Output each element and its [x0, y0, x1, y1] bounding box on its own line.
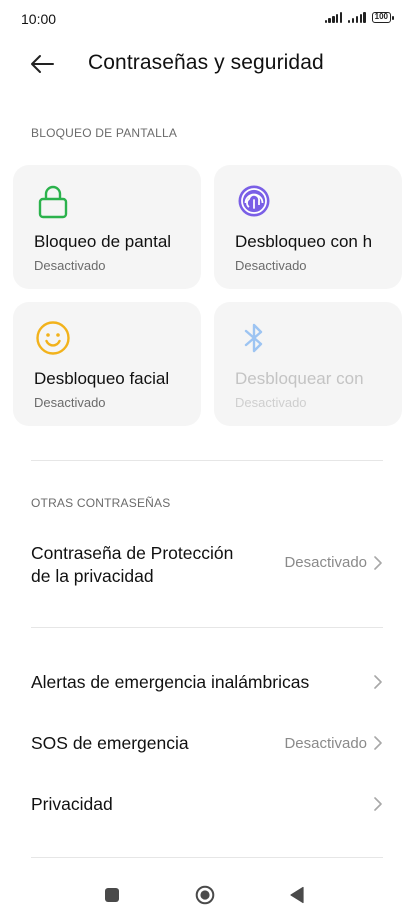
section-label-screen-lock: BLOQUEO DE PANTALLA: [31, 126, 178, 140]
battery-icon: 100: [371, 12, 395, 23]
row-title: SOS de emergencia: [31, 733, 189, 753]
card-status: Desactivado: [235, 258, 307, 273]
card-title: Desbloquear con: [235, 369, 364, 388]
row-title-line2: de la privacidad: [31, 566, 154, 586]
chevron-right-icon: [374, 736, 382, 750]
card-bluetooth-unlock[interactable]: Desbloquear con Desactivado: [214, 302, 402, 426]
home-circle-icon[interactable]: [195, 885, 215, 905]
lock-icon: [38, 185, 68, 219]
divider: [31, 460, 383, 461]
signal-icon: [324, 12, 343, 23]
card-face-unlock[interactable]: Desbloqueo facial Desactivado: [13, 302, 201, 426]
row-wireless-emergency-alerts[interactable]: Alertas de emergencia inalámbricas: [0, 664, 414, 704]
row-emergency-sos[interactable]: SOS de emergencia Desactivado: [0, 724, 414, 764]
status-time: 10:00: [21, 11, 57, 27]
status-bar: 10:00 100: [0, 0, 414, 40]
chevron-right-icon: [374, 797, 382, 811]
card-title: Desbloqueo facial: [34, 369, 170, 388]
row-privacy-protection-password[interactable]: Contraseña de Protección de la privacida…: [0, 538, 414, 588]
row-title-line1: Contraseña de Protección: [31, 543, 234, 563]
face-icon: [36, 321, 70, 355]
card-status: Desactivado: [34, 258, 106, 273]
row-privacy[interactable]: Privacidad: [0, 785, 414, 825]
back-arrow-icon[interactable]: [28, 50, 56, 78]
card-title: Bloqueo de pantal: [34, 232, 172, 251]
navigation-bar: [0, 873, 414, 920]
card-screen-lock[interactable]: Bloqueo de pantal Desactivado: [13, 165, 201, 289]
page-title: Contraseñas y seguridad: [88, 51, 324, 74]
card-status: Desactivado: [235, 395, 307, 410]
header: Contraseñas y seguridad: [0, 46, 414, 82]
divider: [31, 857, 383, 858]
status-icons: 100: [324, 12, 395, 23]
chevron-right-icon: [374, 556, 382, 570]
square-icon[interactable]: [105, 888, 119, 902]
triangle-back-icon[interactable]: [289, 886, 305, 904]
card-title: Desbloqueo con h: [235, 232, 373, 251]
row-title: Contraseña de Protección de la privacida…: [31, 542, 233, 588]
card-fingerprint-unlock[interactable]: Desbloqueo con h Desactivado: [214, 165, 402, 289]
chevron-right-icon: [374, 675, 382, 689]
fingerprint-icon: [238, 185, 270, 217]
bluetooth-icon: [244, 323, 263, 353]
signal-icon: [348, 12, 366, 23]
row-title: Privacidad: [31, 794, 113, 814]
row-title: Alertas de emergencia inalámbricas: [31, 672, 310, 692]
card-status: Desactivado: [34, 395, 106, 410]
row-value: Desactivado: [284, 554, 367, 571]
row-value: Desactivado: [284, 735, 367, 752]
divider: [31, 627, 383, 628]
section-label-other-passwords: OTRAS CONTRASEÑAS: [31, 496, 171, 510]
